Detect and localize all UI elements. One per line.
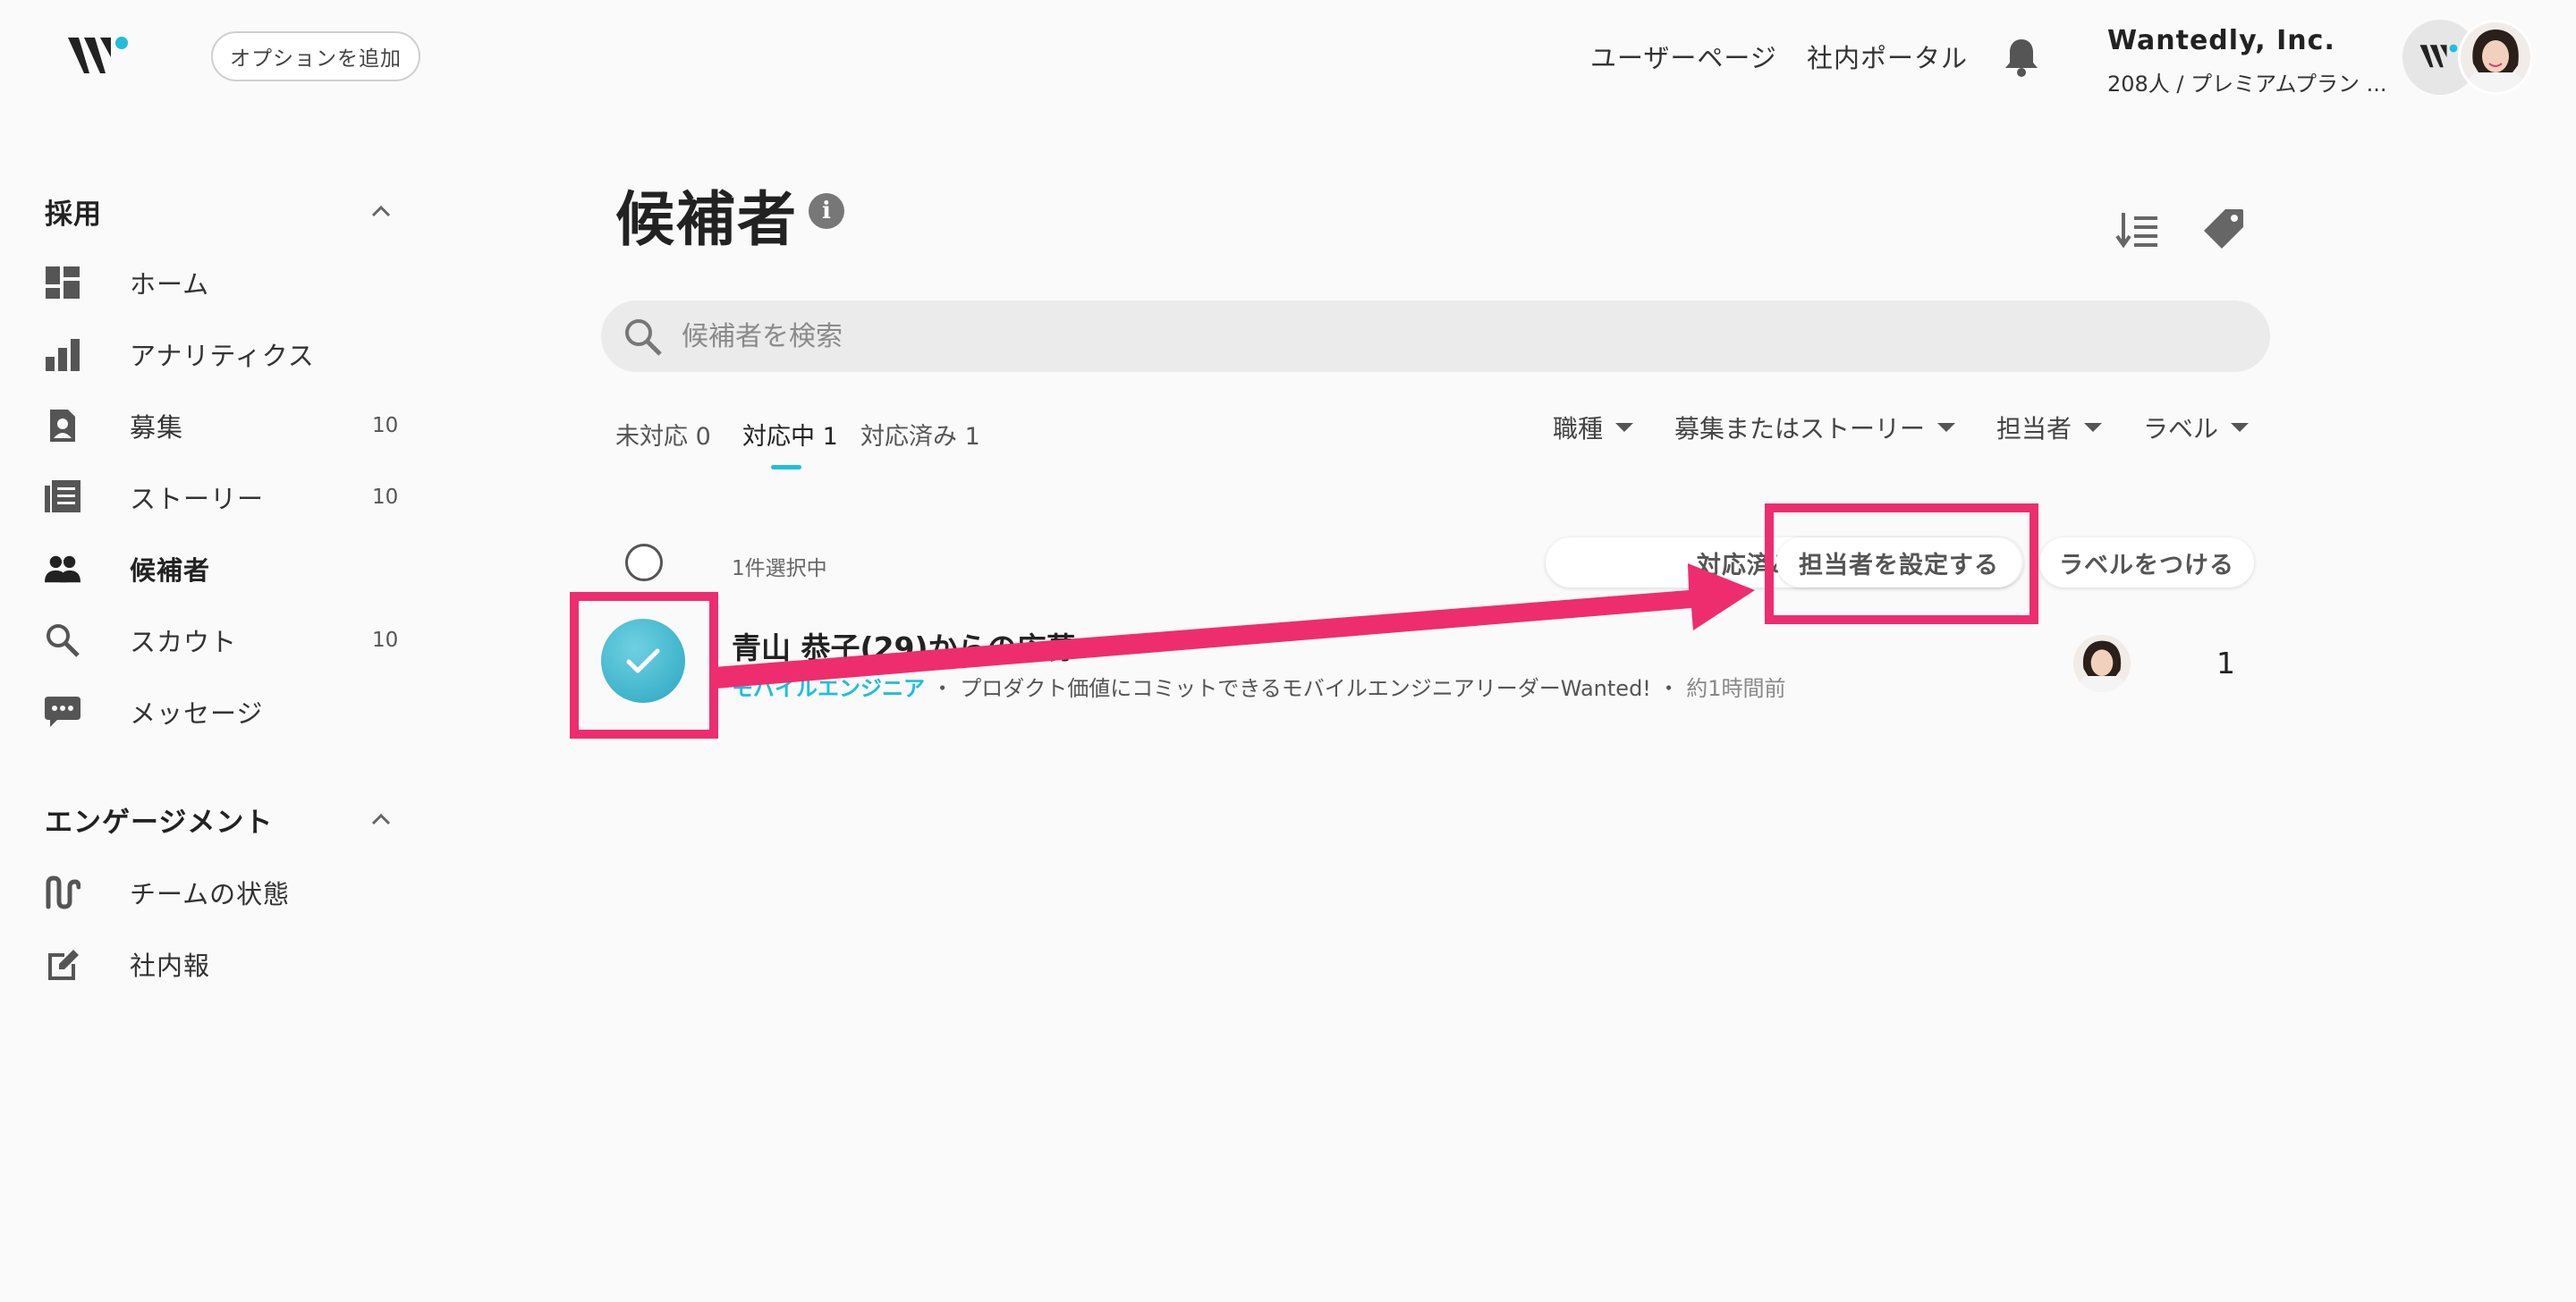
sidebar-item-scout[interactable]: スカウト 10 [45, 615, 402, 665]
caret-down-icon [1615, 423, 1634, 432]
filter-assignee[interactable]: 担当者 [1996, 410, 2103, 445]
separator: ・ [1650, 676, 1687, 701]
filter-job-or-story[interactable]: 募集またはストーリー [1674, 410, 1956, 445]
sidebar-item-label: ストーリー [130, 484, 265, 514]
highlight-box-checkbox [570, 592, 718, 739]
sidebar-item-label: ホーム [130, 269, 210, 300]
search-icon [623, 317, 664, 358]
sidebar-item-label: スカウト [130, 627, 238, 657]
candidate-time: 約1時間前 [1686, 676, 1786, 701]
bell-icon[interactable] [2002, 36, 2041, 79]
edit-icon [45, 946, 80, 982]
company-plan: 208人 / プレミアムプラン ... [2107, 72, 2387, 97]
badge-icon [45, 408, 80, 444]
chat-icon [45, 694, 80, 730]
candidate-story: プロダクト価値にコミットできるモバイルエンジニアリーダーWanted! [960, 676, 1651, 701]
tab-unhandled[interactable]: 未対応 0 [615, 417, 711, 452]
message-count: 1 [2216, 646, 2235, 681]
sidebar-item-label: 募集 [130, 412, 184, 443]
filter-label: 担当者 [1996, 414, 2072, 444]
bar-chart-icon [45, 336, 80, 372]
filter-label-tag[interactable]: ラベル [2143, 410, 2250, 445]
chevron-up-icon[interactable] [370, 204, 392, 218]
candidate-job[interactable]: モバイルエンジニア [732, 676, 925, 701]
active-tab-indicator [771, 465, 801, 469]
sidebar-item-home[interactable]: ホーム [45, 258, 402, 308]
people-icon [45, 551, 80, 587]
filter-label: 職種 [1553, 414, 1604, 444]
sort-icon[interactable] [2114, 206, 2161, 252]
candidate-details: モバイルエンジニア ・ プロダクト価値にコミットできるモバイルエンジニアリーダー… [732, 671, 1785, 702]
caret-down-icon [1937, 423, 1956, 432]
caret-down-icon [2231, 423, 2250, 432]
sidebar-item-label: アナリティクス [130, 341, 315, 371]
user-avatar[interactable] [2458, 20, 2533, 95]
tab-done[interactable]: 対応済み 1 [860, 417, 980, 452]
filter-job-type[interactable]: 職種 [1553, 410, 1634, 445]
dashboard-icon [45, 265, 80, 300]
caret-down-icon [2084, 423, 2103, 432]
select-all-checkbox[interactable] [625, 544, 663, 581]
add-label-button[interactable]: ラベルをつける [2039, 537, 2254, 588]
highlight-box-set-assignee [1765, 503, 2038, 624]
candidate-name[interactable]: 青山 恭子(29)からの応募 [732, 624, 1076, 667]
info-icon[interactable]: i [809, 193, 844, 229]
selection-count: 1件選択中 [732, 557, 827, 580]
search-icon [45, 622, 80, 658]
sidebar-item-label: 社内報 [130, 951, 211, 981]
article-icon [45, 479, 80, 515]
internal-portal-link[interactable]: 社内ポータル [1807, 38, 1968, 75]
sidebar-item-label: チームの状態 [130, 879, 291, 909]
assignee-avatar[interactable] [2073, 635, 2131, 692]
sidebar-item-count: 10 [372, 629, 399, 652]
sidebar-item-analytics[interactable]: アナリティクス [45, 329, 402, 379]
sidebar-item-label: メッセージ [130, 698, 264, 729]
company-name[interactable]: Wantedly, Inc. [2107, 25, 2335, 56]
candidate-search-input[interactable] [682, 315, 2202, 358]
sidebar-item-candidates[interactable]: 候補者 [45, 544, 402, 594]
user-page-link[interactable]: ユーザーページ [1590, 38, 1777, 75]
wave-icon [45, 875, 80, 910]
page-title: 候補者 [615, 185, 798, 254]
sidebar-item-label: 候補者 [130, 555, 211, 586]
tag-icon[interactable] [2200, 206, 2247, 252]
wantedly-logo[interactable] [64, 30, 136, 84]
sidebar-item-team-status[interactable]: チームの状態 [45, 867, 402, 917]
filter-label: ラベル [2143, 414, 2219, 444]
sidebar-item-count: 10 [372, 486, 399, 509]
sidebar-item-stories[interactable]: ストーリー 10 [45, 472, 402, 522]
sidebar-item-count: 10 [372, 414, 399, 437]
sidebar-section-engagement[interactable]: エンゲージメント [45, 799, 273, 840]
sidebar-item-newsletter[interactable]: 社内報 [45, 939, 402, 989]
filter-label: 募集またはストーリー [1674, 414, 1926, 444]
sidebar-item-jobs[interactable]: 募集 10 [45, 401, 402, 451]
tab-in-progress[interactable]: 対応中 1 [742, 417, 838, 452]
sidebar-item-messages[interactable]: メッセージ [45, 687, 402, 737]
separator: ・ [925, 676, 961, 701]
chevron-up-icon[interactable] [370, 812, 392, 826]
sidebar-section-recruiting[interactable]: 採用 [45, 191, 102, 232]
add-option-button[interactable]: オプションを追加 [211, 31, 420, 81]
